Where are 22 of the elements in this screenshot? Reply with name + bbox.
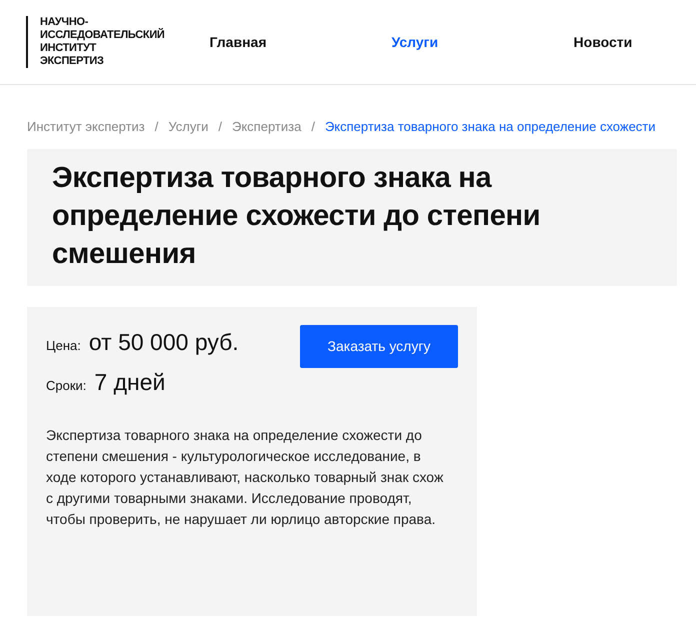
logo[interactable]: НАУЧНО- ИССЛЕДОВАТЕЛЬСКИЙ ИНСТИТУТ ЭКСПЕРТИЗ: [26, 16, 165, 68]
nav-link[interactable]: Услуги: [392, 32, 574, 52]
breadcrumb-link[interactable]: Экспертиза: [232, 117, 302, 136]
order-button[interactable]: Заказать услугу: [300, 324, 458, 368]
breadcrumb-separator: /: [154, 118, 158, 136]
breadcrumb-link[interactable]: Институт экспертиз: [27, 117, 145, 136]
breadcrumb-separator: /: [311, 118, 315, 136]
nav-link[interactable]: Главная: [210, 32, 392, 52]
term-label: Сроки:: [46, 377, 86, 395]
nav-link[interactable]: Новости: [574, 32, 696, 52]
logo-text: ЭКСПЕРТИЗ: [40, 55, 105, 68]
page-title: Экспертиза товарного знака на определение схожести до степени смешения: [52, 160, 542, 272]
breadcrumb-link[interactable]: Экспертиза товарного знака на определение схожести: [324, 117, 656, 136]
term-value: 7 дней: [94, 368, 166, 397]
service-description: Экспертиза товарного знака на определение схожести до степени смешения - культурологическое исследование, в ходе которого устанавливают, насколько товарный знак схож с другими товарными знаками. Исследование проводят, чтобы проверить, не нарушает ли юрлицо авторские права.: [46, 426, 444, 529]
logo-text: НАУЧНО-: [40, 16, 90, 28]
price-value: от 50 000 руб.: [88, 328, 239, 357]
breadcrumb-separator: /: [218, 118, 222, 136]
breadcrumb-link[interactable]: Услуги: [168, 117, 208, 136]
price-label: Цена:: [46, 336, 81, 355]
logo-text: ИССЛЕДОВАТЕЛЬСКИЙ: [40, 29, 165, 42]
logo-text: ИНСТИТУТ: [40, 42, 98, 55]
